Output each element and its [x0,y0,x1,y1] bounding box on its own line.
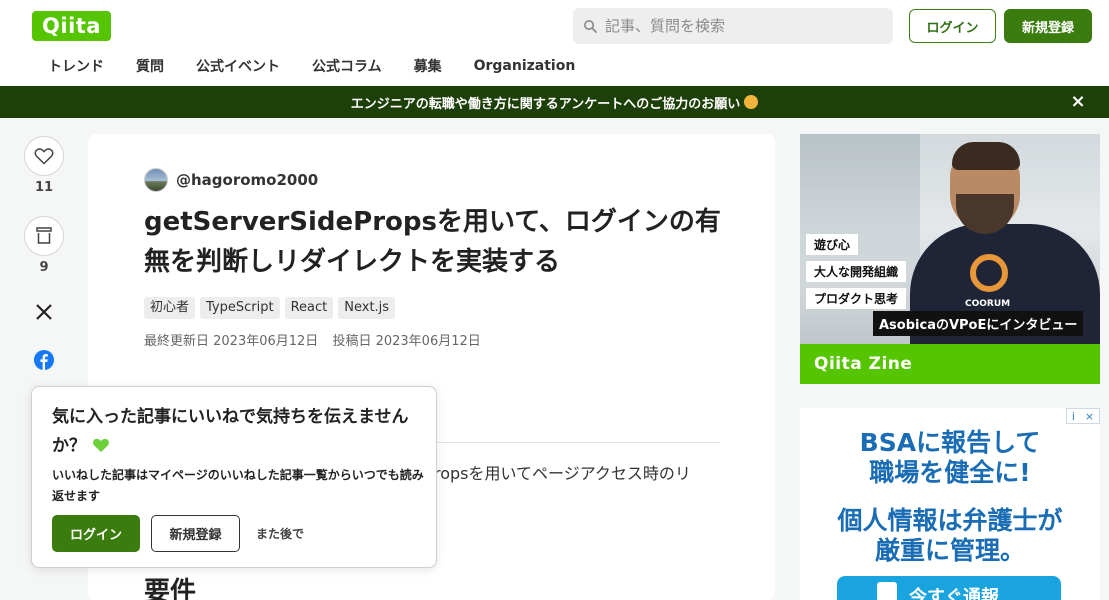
stock-count: 9 [39,260,49,275]
article-title: getServerSidePropsを用いて、ログインの有無を判断しリダイレクト… [144,207,721,277]
close-icon[interactable]: × [1069,93,1087,111]
ad-subheadline-line: 個人情報は弁護士が [837,506,1063,535]
nav-official-events[interactable]: 公式イベント [180,56,296,76]
close-icon[interactable]: × [1085,410,1094,423]
qiita-zine-ad[interactable]: COORUM 遊び心 大人な開発組織 プロダクト思考 AsobicaのVPoEに… [800,134,1100,384]
banner-text[interactable]: エンジニアの転職や働き方に関するアンケートへのご協力のお願い [351,93,740,112]
qiita-logo[interactable]: Qiita [32,11,111,41]
avatar[interactable] [144,168,168,192]
popup-title: 気に入った記事にいいねで気持ちを伝えませんか？ [52,403,422,461]
login-button[interactable]: ログイン [909,9,996,43]
ad-headline-line: BSAに報告して [859,428,1041,457]
shirt-logo-icon [970,254,1008,292]
author[interactable]: @hagoromo2000 [144,168,318,192]
share-x-button[interactable] [32,300,56,324]
stock-icon [36,227,52,244]
ad-tag: プロダクト思考 [806,288,907,309]
nav-official-columns[interactable]: 公式コラム [296,56,398,76]
ad-headline-line: 職場を健全に! [869,458,1031,487]
ad-person-hair [952,142,1020,170]
adchoices-icon[interactable]: i × [1066,408,1100,424]
updated-date: 最終更新日 2023年06月12日 [144,334,319,349]
nav-organization[interactable]: Organization [458,58,592,74]
ad-subheadline-line: 厳重に管理。 [874,536,1025,565]
author-name[interactable]: @hagoromo2000 [176,171,318,189]
tag-typescript[interactable]: TypeScript [200,297,280,319]
tag-list: 初心者 TypeScript React Next.js [144,297,400,319]
survey-banner[interactable]: エンジニアの転職や働き方に関するアンケートへのご協力のお願い × [0,86,1109,118]
ad-tag: 遊び心 [806,234,859,255]
ad-tagline: AsobicaのVPoEにインタビュー [873,311,1084,336]
popup-description: いいねした記事はマイページのいいねした記事一覧からいつでも読み返せます [52,468,424,503]
stock-button[interactable] [24,216,64,256]
ad-cta-button[interactable]: 今すぐ通報 [837,576,1061,600]
search-input[interactable] [605,17,875,35]
search-bar[interactable] [573,8,893,44]
nav-trend[interactable]: トレンド [32,56,120,76]
info-icon[interactable]: i [1072,410,1075,423]
green-heart-emoji-icon [92,438,109,453]
article-dates: 最終更新日 2023年06月12日 投稿日 2023年06月12日 [144,330,491,349]
like-count: 11 [34,180,54,195]
popup-signup-button[interactable]: 新規登録 [151,515,240,552]
facebook-icon [34,350,54,370]
bow-emoji-icon [744,95,759,109]
shirt-text: COORUM [965,299,1011,309]
site-header: Qiita ログイン 新規登録 トレンド 質問 公式イベント 公式コラム 募集 … [0,0,1109,86]
heart-icon [34,148,54,165]
tag-nextjs[interactable]: Next.js [338,297,396,319]
like-prompt-popup: 気に入った記事にいいねで気持ちを伝えませんか？ いいねした記事はマイページのいい… [31,386,437,568]
ad-subheadline: 個人情報は弁護士が 厳重に管理。 [800,506,1100,566]
posted-date: 投稿日 2023年06月12日 [332,334,481,349]
qiita-zine-label: Qiita Zine [800,344,1100,384]
like-button[interactable] [24,136,64,176]
nav-questions[interactable]: 質問 [120,56,180,76]
ad-tag-list: 遊び心 大人な開発組織 プロダクト思考 [806,234,907,315]
nav-recruit[interactable]: 募集 [398,56,458,76]
document-icon [877,582,897,600]
section-heading: 要件 [144,577,197,600]
ad-headline: BSAに報告して 職場を健全に! [800,428,1100,488]
main-nav: トレンド 質問 公式イベント 公式コラム 募集 Organization [32,52,591,80]
search-icon [584,20,597,33]
ad-cta-label: 今すぐ通報 [909,587,999,600]
tag-react[interactable]: React [284,297,334,319]
ad-tag: 大人な開発組織 [806,261,907,282]
popup-later-link[interactable]: また後で [256,515,304,552]
share-facebook-button[interactable] [32,348,56,372]
x-icon [36,304,52,320]
bsa-ad[interactable]: i × BSAに報告して 職場を健全に! 個人情報は弁護士が 厳重に管理。 今す… [800,408,1100,600]
popup-login-button[interactable]: ログイン [52,515,140,552]
signup-button[interactable]: 新規登録 [1004,9,1092,43]
tag-beginner[interactable]: 初心者 [144,297,196,319]
